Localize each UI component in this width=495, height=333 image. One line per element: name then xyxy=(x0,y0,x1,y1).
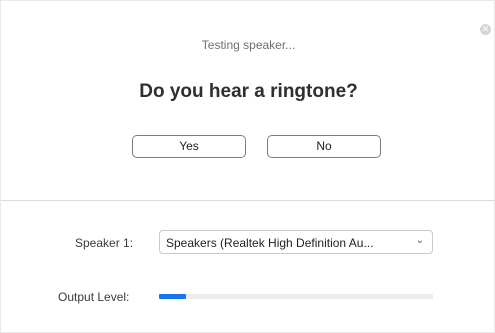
no-button[interactable]: No xyxy=(267,135,381,158)
speaker-select-value: Speakers (Realtek High Definition Au... xyxy=(166,236,374,250)
question-heading: Do you hear a ringtone? xyxy=(139,81,358,102)
chevron-down-icon: ⌄ xyxy=(415,235,424,246)
output-level-meter xyxy=(159,294,433,299)
status-text: Testing speaker... xyxy=(201,38,296,52)
yes-button[interactable]: Yes xyxy=(132,135,246,158)
output-level-fill xyxy=(159,294,187,299)
speaker-select[interactable]: Speakers (Realtek High Definition Au... … xyxy=(159,230,433,254)
section-divider xyxy=(1,200,495,201)
output-level-label: Output Level: xyxy=(58,290,130,304)
speaker-label: Speaker 1: xyxy=(75,236,134,250)
close-icon[interactable]: ✕ xyxy=(480,24,491,35)
speaker-test-dialog: ✕ Testing speaker... Do you hear a ringt… xyxy=(0,0,495,333)
